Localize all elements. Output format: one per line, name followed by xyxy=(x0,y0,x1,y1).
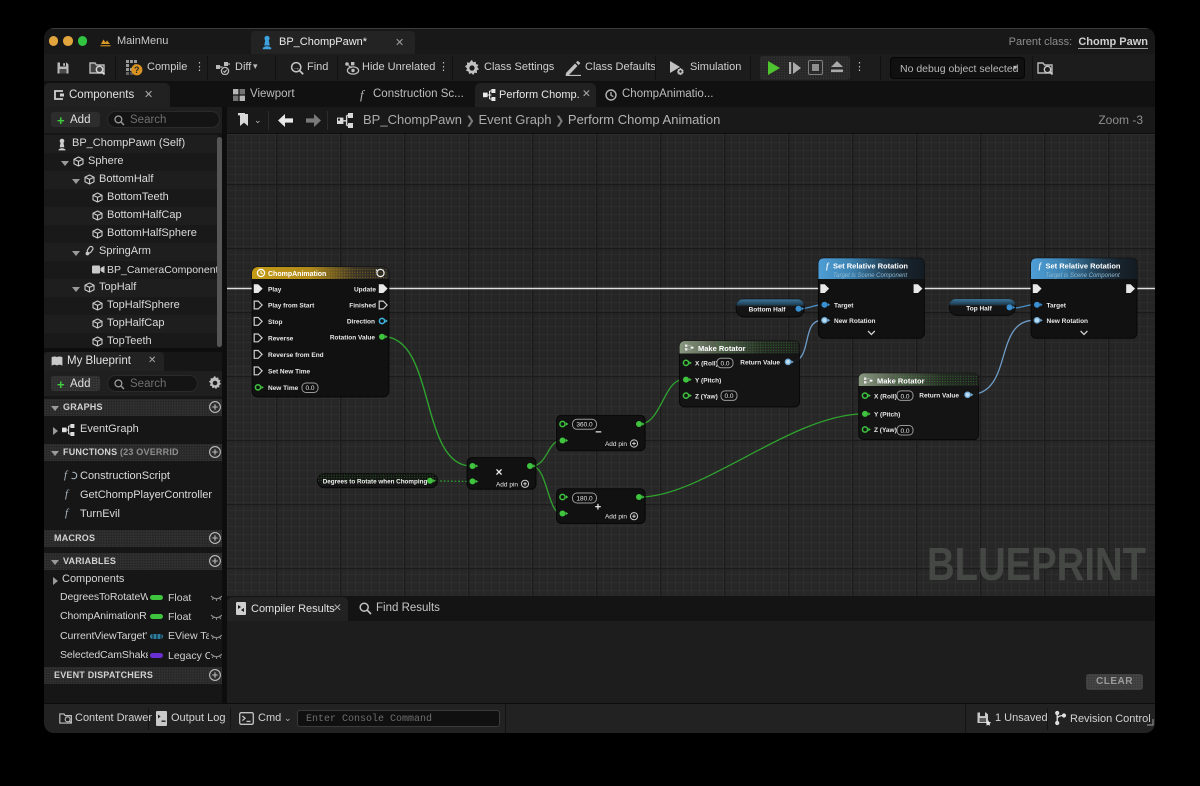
svg-text:−: − xyxy=(595,427,601,439)
svg-text:Add pin: Add pin xyxy=(605,441,627,448)
svg-text:→: → xyxy=(292,63,300,72)
svg-text:Set New Time: Set New Time xyxy=(268,369,311,376)
svg-text:Z (Yaw): Z (Yaw) xyxy=(874,427,897,434)
svg-text:0.0: 0.0 xyxy=(305,385,314,392)
svg-text:Target: Target xyxy=(834,302,854,309)
svg-text:X (Roll): X (Roll) xyxy=(695,361,718,368)
svg-text:Target is Scene Component: Target is Scene Component xyxy=(833,273,907,279)
svg-text:0.0: 0.0 xyxy=(724,393,733,400)
svg-text:+: + xyxy=(595,502,601,514)
svg-text:Set Relative Rotation: Set Relative Rotation xyxy=(1046,261,1121,270)
svg-text:Make Rotator: Make Rotator xyxy=(698,344,746,353)
svg-text:Top Half: Top Half xyxy=(966,306,992,313)
svg-text:Z (Yaw): Z (Yaw) xyxy=(695,393,718,400)
svg-text:Target is Scene Component: Target is Scene Component xyxy=(1046,273,1120,279)
svg-text:Finished: Finished xyxy=(349,303,376,310)
svg-text:0.0: 0.0 xyxy=(900,428,909,435)
svg-text:0.0: 0.0 xyxy=(720,360,729,367)
svg-text:Y (Pitch): Y (Pitch) xyxy=(874,412,900,419)
svg-text:X (Roll): X (Roll) xyxy=(874,393,897,400)
svg-text:Play: Play xyxy=(268,286,282,293)
svg-text:New Time: New Time xyxy=(268,385,299,392)
svg-text:Y (Pitch): Y (Pitch) xyxy=(695,377,721,384)
svg-text:Play from Start: Play from Start xyxy=(268,303,315,310)
svg-text:Stop: Stop xyxy=(268,319,282,326)
svg-text:Return Value: Return Value xyxy=(740,360,780,367)
svg-text:Set Relative Rotation: Set Relative Rotation xyxy=(833,261,908,270)
svg-text:Rotation Value: Rotation Value xyxy=(330,334,376,341)
svg-text:Make Rotator: Make Rotator xyxy=(877,377,925,386)
svg-text:Degrees to Rotate when Chompin: Degrees to Rotate when Chomping xyxy=(323,478,428,485)
svg-text:Bottom Half: Bottom Half xyxy=(749,306,787,313)
svg-text:0.0: 0.0 xyxy=(900,393,909,400)
svg-text:Direction: Direction xyxy=(347,319,375,326)
svg-text:New Rotation: New Rotation xyxy=(1047,318,1089,325)
svg-text:New Rotation: New Rotation xyxy=(834,318,876,325)
svg-text:Reverse from End: Reverse from End xyxy=(268,352,324,359)
svg-text:Add pin: Add pin xyxy=(605,514,627,521)
svg-text:360.0: 360.0 xyxy=(576,422,593,429)
svg-text:Return Value: Return Value xyxy=(919,393,959,400)
svg-text:Add pin: Add pin xyxy=(496,481,518,488)
svg-text:180.0: 180.0 xyxy=(576,495,593,502)
svg-text:Target: Target xyxy=(1047,302,1067,309)
svg-text:BLUEPRINT: BLUEPRINT xyxy=(927,538,1146,590)
svg-text:×: × xyxy=(495,465,502,479)
svg-text:Update: Update xyxy=(354,286,376,293)
svg-text:Reverse: Reverse xyxy=(268,336,294,343)
svg-text:ChompAnimation: ChompAnimation xyxy=(268,271,326,278)
svg-text:?: ? xyxy=(134,65,140,75)
